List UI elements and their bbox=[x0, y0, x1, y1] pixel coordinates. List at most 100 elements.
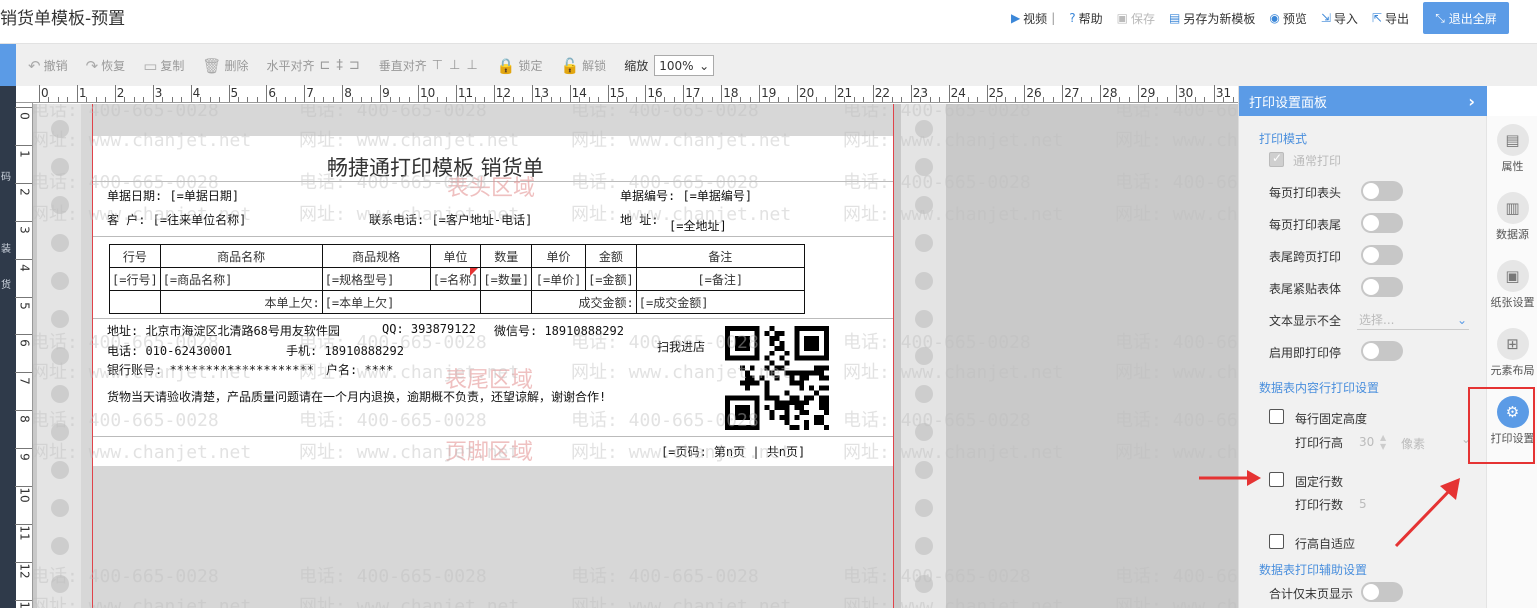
prev-owed-label[interactable]: 本单上欠: bbox=[159, 290, 323, 314]
perforation-hole bbox=[51, 157, 69, 176]
undo-label: 撤销 bbox=[43, 59, 68, 73]
row-height-unit[interactable]: 像素 bbox=[1401, 435, 1425, 452]
customer-field[interactable]: 客 户: [=往来单位名称] bbox=[107, 211, 246, 228]
preview-button[interactable]: ◉ 预览 bbox=[1269, 10, 1307, 27]
delete-button[interactable]: 🗑 删除 bbox=[202, 57, 248, 75]
table-cell[interactable]: [=规格型号] bbox=[321, 267, 431, 291]
ruler-tick bbox=[304, 85, 306, 102]
table-header-row: 行号 商品名称 商品规格 单位 数量 单价 金额 备注 bbox=[109, 244, 805, 268]
export-icon: ⇱ bbox=[1371, 11, 1382, 25]
fixed-height-checkbox[interactable] bbox=[1269, 409, 1284, 424]
sidebar-item-layout[interactable]: ⊞ 元素布局 bbox=[1487, 328, 1537, 378]
stop-on-enable-toggle[interactable] bbox=[1361, 341, 1403, 361]
table-header-cell[interactable]: 单位 bbox=[429, 244, 482, 268]
ruler-minor-tick bbox=[247, 97, 249, 102]
sidebar-item-datasource[interactable]: ▥ 数据源 bbox=[1487, 192, 1537, 242]
table-header-cell[interactable]: 数量 bbox=[480, 244, 533, 268]
company-wechat[interactable]: 微信号: 18910888292 bbox=[494, 322, 624, 339]
align-top-icon[interactable]: ⊤ bbox=[432, 58, 444, 73]
company-mobile[interactable]: 手机: 18910888292 bbox=[286, 342, 404, 359]
align-bottom-icon[interactable]: ⊥ bbox=[466, 58, 478, 73]
table-header-cell[interactable]: 商品规格 bbox=[321, 244, 431, 268]
sidebar-item-properties[interactable]: ▤ 属性 bbox=[1487, 124, 1537, 174]
table-summary-row: 本单上欠: [=本单上欠] 成交金额: [=成交金额] bbox=[109, 290, 805, 314]
qr-code-image[interactable] bbox=[725, 326, 829, 430]
table-cell[interactable]: [=单价] bbox=[531, 267, 587, 291]
print-header-each-toggle[interactable] bbox=[1361, 181, 1403, 201]
rows-input[interactable]: 5 bbox=[1359, 494, 1387, 514]
footer-stick-body-toggle[interactable] bbox=[1361, 277, 1403, 297]
company-address[interactable]: 地址: 北京市海淀区北清路68号用友软件园 bbox=[107, 322, 340, 339]
save-button[interactable]: ▣ 保存 bbox=[1117, 10, 1155, 27]
save-as-button[interactable]: ▤ 另存为新模板 bbox=[1169, 10, 1255, 27]
align-center-icon[interactable]: ‡ bbox=[336, 58, 344, 73]
items-table[interactable]: 行号 商品名称 商品规格 单位 数量 单价 金额 备注 [=行号] [=商品名称… bbox=[109, 244, 805, 314]
vertical-align-group: 垂直对齐 ⊤ ⊥ ⊥ bbox=[379, 57, 479, 74]
table-header-cell[interactable]: 行号 bbox=[109, 244, 161, 268]
company-qq[interactable]: QQ: 393879122 bbox=[382, 322, 476, 336]
auto-height-checkbox[interactable] bbox=[1269, 534, 1284, 549]
table-cell[interactable]: [=金额] bbox=[585, 267, 637, 291]
page-number-field[interactable]: [=页码: 第n页 | 共n页] bbox=[661, 443, 805, 460]
company-tel[interactable]: 电话: 010-62430001 bbox=[107, 342, 232, 359]
export-button[interactable]: ⇱ 导出 bbox=[1372, 10, 1409, 27]
copy-icon: ▭ bbox=[143, 56, 158, 75]
doc-number-field[interactable]: 单据编号: [=单据编号] bbox=[620, 187, 752, 204]
fixed-rows-checkbox[interactable] bbox=[1269, 472, 1284, 487]
undo-button[interactable]: ↶ 撤销 bbox=[28, 57, 68, 75]
qr-module bbox=[799, 370, 805, 376]
deal-amount-field[interactable]: [=成交金额] bbox=[635, 290, 805, 314]
qr-module bbox=[784, 420, 790, 426]
footer-cross-page-toggle[interactable] bbox=[1361, 245, 1403, 265]
design-canvas[interactable]: 畅捷通打印模板 销货单 单据日期: [=单据日期] 单据编号: [=单据编号] … bbox=[33, 104, 1238, 608]
normal-print-checkbox[interactable] bbox=[1269, 151, 1284, 167]
ruler-tick bbox=[721, 85, 723, 102]
align-left-icon[interactable]: ⊏ bbox=[319, 58, 331, 73]
bank-account[interactable]: 银行账号: ******************** bbox=[107, 361, 314, 378]
table-cell[interactable]: [=备注] bbox=[635, 267, 805, 291]
redo-button[interactable]: ↷ 恢复 bbox=[86, 57, 126, 75]
align-middle-icon[interactable]: ⊥ bbox=[449, 58, 461, 73]
ruler-minor-tick bbox=[512, 97, 514, 102]
text-overflow-select[interactable]: 选择... ⌄ bbox=[1357, 310, 1469, 330]
ruler-minor-tick bbox=[939, 97, 941, 102]
zoom-select[interactable]: 100% ⌄ bbox=[654, 55, 715, 76]
table-cell[interactable]: [=数量] bbox=[480, 267, 533, 291]
contact-phone-field[interactable]: 联系电话: [=客户地址-电话] bbox=[369, 211, 532, 228]
table-cell[interactable] bbox=[109, 290, 161, 314]
print-footer-each-toggle[interactable] bbox=[1361, 213, 1403, 233]
ruler-minor-tick bbox=[389, 97, 391, 102]
table-header-cell[interactable]: 商品名称 bbox=[159, 244, 323, 268]
sidebar-item-paper[interactable]: ▣ 纸张设置 bbox=[1487, 260, 1537, 310]
video-button[interactable]: ▶ 视频 bbox=[1011, 10, 1047, 27]
qr-module bbox=[764, 395, 770, 401]
table-cell[interactable] bbox=[480, 290, 533, 314]
help-button[interactable]: ? 帮助 bbox=[1069, 10, 1102, 27]
lock-button[interactable]: 🔒 锁定 bbox=[497, 57, 543, 75]
qr-module bbox=[774, 365, 780, 371]
scan-label[interactable]: 扫我进店 bbox=[657, 338, 705, 355]
table-cell[interactable]: [=行号] bbox=[109, 267, 161, 291]
table-header-cell[interactable]: 备注 bbox=[635, 244, 805, 268]
unlock-button[interactable]: 🔓 解锁 bbox=[560, 57, 606, 75]
table-cell[interactable]: [=商品名称] bbox=[159, 267, 323, 291]
chevron-right-icon[interactable]: › bbox=[1468, 92, 1475, 111]
account-name[interactable]: 户名: **** bbox=[326, 361, 393, 378]
copy-button[interactable]: ▭ 复制 bbox=[143, 57, 184, 75]
address-field[interactable]: [=全地址] bbox=[669, 217, 727, 234]
left-strip-char: 货 bbox=[1, 280, 11, 291]
deal-amount-label[interactable]: 成交金额: bbox=[531, 290, 637, 314]
spinner-arrows-icon[interactable]: ▲ ▼ bbox=[1380, 433, 1386, 451]
address-label[interactable]: 地 址: bbox=[620, 211, 658, 228]
table-header-cell[interactable]: 单价 bbox=[531, 244, 587, 268]
prev-owed-field[interactable]: [=本单上欠] bbox=[321, 290, 482, 314]
exit-fullscreen-button[interactable]: ⤡ 退出全屏 bbox=[1423, 2, 1509, 34]
doc-date-field[interactable]: 单据日期: [=单据日期] bbox=[107, 187, 239, 204]
ruler-minor-tick bbox=[702, 97, 704, 102]
align-right-icon[interactable]: ⊐ bbox=[349, 58, 361, 73]
qr-module bbox=[824, 365, 829, 371]
table-header-cell[interactable]: 金额 bbox=[585, 244, 637, 268]
ruler-minor-tick bbox=[1090, 97, 1092, 102]
total-last-page-toggle[interactable] bbox=[1361, 582, 1403, 602]
import-button[interactable]: ⇲ 导入 bbox=[1321, 10, 1358, 27]
